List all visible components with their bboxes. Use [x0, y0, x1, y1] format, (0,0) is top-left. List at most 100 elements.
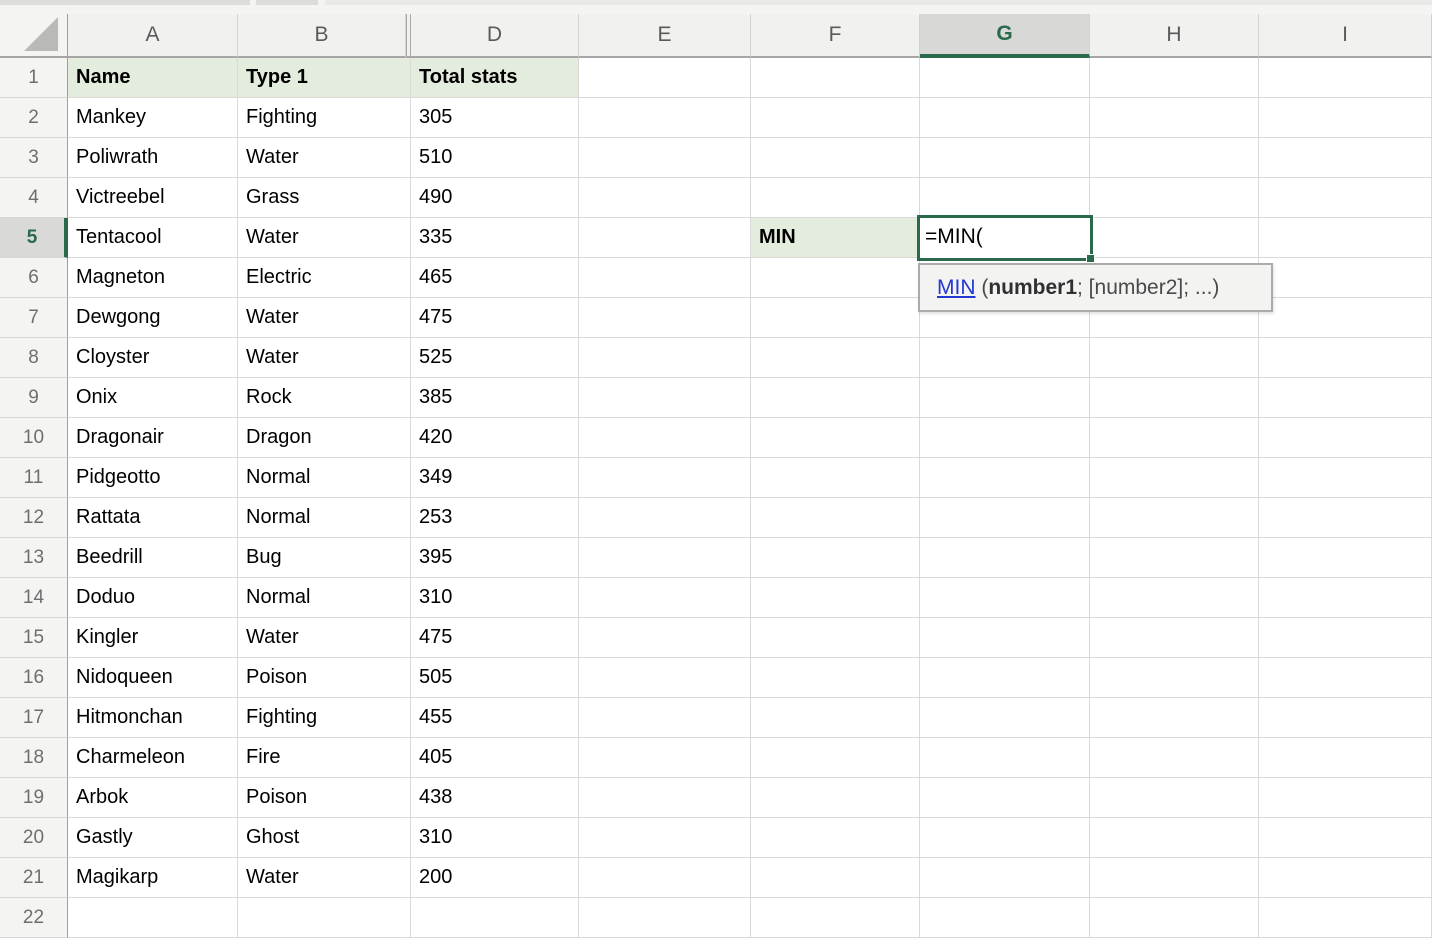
cell-B8[interactable]: Water — [238, 338, 406, 378]
cell-H22[interactable] — [1090, 898, 1259, 938]
row-header-10[interactable]: 10 — [0, 418, 68, 458]
cell-I21[interactable] — [1259, 858, 1432, 898]
cell-D4[interactable]: 490 — [411, 178, 579, 218]
cell-B16[interactable]: Poison — [238, 658, 406, 698]
cell-A21[interactable]: Magikarp — [68, 858, 238, 898]
row-header-22[interactable]: 22 — [0, 898, 68, 938]
cell-F7[interactable] — [751, 298, 920, 338]
cell-H14[interactable] — [1090, 578, 1259, 618]
cell-D10[interactable]: 420 — [411, 418, 579, 458]
cell-D19[interactable]: 438 — [411, 778, 579, 818]
cell-I20[interactable] — [1259, 818, 1432, 858]
cell-D22[interactable] — [411, 898, 579, 938]
cell-I9[interactable] — [1259, 378, 1432, 418]
cell-G12[interactable] — [920, 498, 1090, 538]
cell-H21[interactable] — [1090, 858, 1259, 898]
fill-handle[interactable] — [1086, 254, 1095, 263]
cell-A22[interactable] — [68, 898, 238, 938]
cell-D20[interactable]: 310 — [411, 818, 579, 858]
cell-H10[interactable] — [1090, 418, 1259, 458]
cell-I19[interactable] — [1259, 778, 1432, 818]
cell-E2[interactable] — [579, 98, 751, 138]
cell-B12[interactable]: Normal — [238, 498, 406, 538]
cell-G13[interactable] — [920, 538, 1090, 578]
cell-D21[interactable]: 200 — [411, 858, 579, 898]
cell-E4[interactable] — [579, 178, 751, 218]
cell-H17[interactable] — [1090, 698, 1259, 738]
cell-B13[interactable]: Bug — [238, 538, 406, 578]
cell-G22[interactable] — [920, 898, 1090, 938]
cell-E6[interactable] — [579, 258, 751, 298]
cell-E14[interactable] — [579, 578, 751, 618]
cell-E1[interactable] — [579, 58, 751, 98]
cell-D16[interactable]: 505 — [411, 658, 579, 698]
column-header-G[interactable]: G — [920, 14, 1090, 58]
cell-I18[interactable] — [1259, 738, 1432, 778]
cell-H20[interactable] — [1090, 818, 1259, 858]
cell-G21[interactable] — [920, 858, 1090, 898]
row-header-11[interactable]: 11 — [0, 458, 68, 498]
cell-A1[interactable]: Name — [68, 58, 238, 98]
cell-H16[interactable] — [1090, 658, 1259, 698]
cell-F6[interactable] — [751, 258, 920, 298]
row-header-1[interactable]: 1 — [0, 58, 68, 98]
cell-B22[interactable] — [238, 898, 406, 938]
cell-F18[interactable] — [751, 738, 920, 778]
cell-B15[interactable]: Water — [238, 618, 406, 658]
cell-F16[interactable] — [751, 658, 920, 698]
cell-F17[interactable] — [751, 698, 920, 738]
active-cell-editor[interactable]: =MIN( — [917, 215, 1093, 261]
cell-A10[interactable]: Dragonair — [68, 418, 238, 458]
cell-I4[interactable] — [1259, 178, 1432, 218]
row-header-2[interactable]: 2 — [0, 98, 68, 138]
cell-D8[interactable]: 525 — [411, 338, 579, 378]
cell-I14[interactable] — [1259, 578, 1432, 618]
cell-G8[interactable] — [920, 338, 1090, 378]
cell-E12[interactable] — [579, 498, 751, 538]
cell-B6[interactable]: Electric — [238, 258, 406, 298]
column-header-F[interactable]: F — [751, 14, 920, 58]
cell-H2[interactable] — [1090, 98, 1259, 138]
cell-H19[interactable] — [1090, 778, 1259, 818]
cell-B5[interactable]: Water — [238, 218, 406, 258]
cell-G4[interactable] — [920, 178, 1090, 218]
cell-I12[interactable] — [1259, 498, 1432, 538]
cell-I1[interactable] — [1259, 58, 1432, 98]
cell-D12[interactable]: 253 — [411, 498, 579, 538]
cell-E15[interactable] — [579, 618, 751, 658]
row-header-20[interactable]: 20 — [0, 818, 68, 858]
cell-B11[interactable]: Normal — [238, 458, 406, 498]
cell-F5[interactable]: MIN — [751, 218, 920, 258]
cell-I16[interactable] — [1259, 658, 1432, 698]
cell-A4[interactable]: Victreebel — [68, 178, 238, 218]
cell-I10[interactable] — [1259, 418, 1432, 458]
cell-E17[interactable] — [579, 698, 751, 738]
cell-F21[interactable] — [751, 858, 920, 898]
column-header-A[interactable]: A — [68, 14, 238, 58]
cell-E19[interactable] — [579, 778, 751, 818]
cell-I6[interactable] — [1259, 258, 1432, 298]
cell-E22[interactable] — [579, 898, 751, 938]
cell-G14[interactable] — [920, 578, 1090, 618]
cell-D17[interactable]: 455 — [411, 698, 579, 738]
column-header-B[interactable]: B — [238, 14, 406, 58]
row-header-3[interactable]: 3 — [0, 138, 68, 178]
cell-I8[interactable] — [1259, 338, 1432, 378]
cell-F10[interactable] — [751, 418, 920, 458]
cell-B9[interactable]: Rock — [238, 378, 406, 418]
cell-H11[interactable] — [1090, 458, 1259, 498]
cell-H18[interactable] — [1090, 738, 1259, 778]
cell-H4[interactable] — [1090, 178, 1259, 218]
cell-G17[interactable] — [920, 698, 1090, 738]
cell-G1[interactable] — [920, 58, 1090, 98]
cell-B19[interactable]: Poison — [238, 778, 406, 818]
cell-H12[interactable] — [1090, 498, 1259, 538]
cell-A11[interactable]: Pidgeotto — [68, 458, 238, 498]
cell-A13[interactable]: Beedrill — [68, 538, 238, 578]
cell-B10[interactable]: Dragon — [238, 418, 406, 458]
cell-D6[interactable]: 465 — [411, 258, 579, 298]
cell-F8[interactable] — [751, 338, 920, 378]
cell-D11[interactable]: 349 — [411, 458, 579, 498]
cell-F2[interactable] — [751, 98, 920, 138]
cell-F12[interactable] — [751, 498, 920, 538]
